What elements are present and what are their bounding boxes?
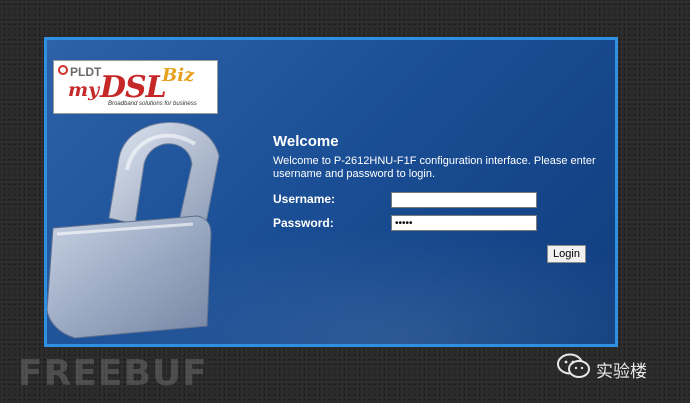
wechat-account-name: 实验楼 — [596, 362, 647, 382]
logo-product-prefix: my — [68, 79, 100, 101]
freebuf-watermark: FREEBUF — [18, 353, 208, 394]
welcome-heading: Welcome — [273, 133, 339, 150]
password-input[interactable] — [391, 215, 537, 231]
username-input[interactable] — [391, 192, 537, 208]
pldt-ring-icon — [58, 65, 68, 75]
username-label: Username: — [273, 192, 336, 206]
wechat-icon — [557, 353, 590, 378]
login-button[interactable]: Login — [547, 245, 586, 263]
welcome-message: Welcome to P-2612HNU-F1F configuration i… — [273, 155, 596, 180]
login-panel: PLDT my DSL Biz Broadband solutions for … — [44, 37, 618, 347]
password-label: Password: — [273, 216, 334, 230]
logo-brand: PLDT — [70, 65, 102, 79]
logo-product-suffix: Biz — [162, 65, 195, 86]
padlock-icon — [47, 122, 220, 339]
